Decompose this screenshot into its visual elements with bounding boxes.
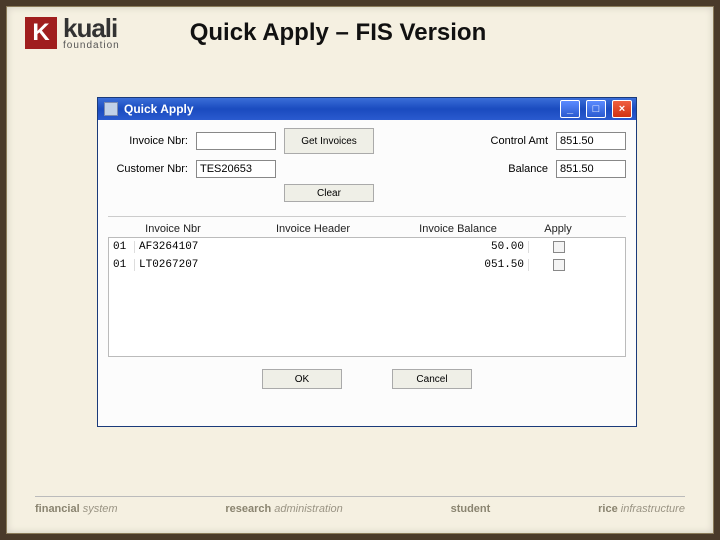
col-invoice-header: Invoice Header: [238, 223, 388, 235]
footer-item-research: research administration: [225, 503, 342, 515]
apply-checkbox[interactable]: [553, 259, 565, 271]
close-button[interactable]: ×: [612, 100, 632, 118]
row-balance: 051.50: [389, 259, 529, 271]
balance-input[interactable]: [556, 160, 626, 178]
slide-header: K kuali foundation Quick Apply – FIS Ver…: [7, 7, 713, 55]
invoice-nbr-input[interactable]: [196, 132, 276, 150]
table-row[interactable]: 01 AF3264107 50.00: [109, 238, 625, 256]
window-title: Quick Apply: [124, 102, 554, 116]
ok-button[interactable]: OK: [262, 369, 342, 389]
row-prefix: 01: [109, 241, 135, 253]
grid-body[interactable]: 01 AF3264107 50.00 01 LT0267207 051.50: [108, 237, 626, 357]
slide: K kuali foundation Quick Apply – FIS Ver…: [6, 6, 714, 534]
window-body: Invoice Nbr: Get Invoices Control Amt Cu…: [98, 120, 636, 426]
row-invoice-nbr: AF3264107: [135, 241, 239, 253]
get-invoices-button[interactable]: Get Invoices: [284, 128, 374, 154]
brand-sub: foundation: [63, 41, 120, 51]
brand-logo: K kuali foundation: [25, 15, 120, 51]
table-row[interactable]: 01 LT0267207 051.50: [109, 256, 625, 274]
minimize-button[interactable]: _: [560, 100, 580, 118]
slide-footer: financial system research administration…: [35, 496, 685, 515]
brand-mark-icon: K: [25, 17, 57, 49]
invoice-nbr-label: Invoice Nbr:: [108, 135, 188, 147]
maximize-button[interactable]: □: [586, 100, 606, 118]
app-icon: [104, 102, 118, 116]
footer-item-rice: rice infrastructure: [598, 503, 685, 515]
row-invoice-nbr: LT0267207: [135, 259, 239, 271]
slide-title: Quick Apply – FIS Version: [190, 19, 487, 47]
col-apply: Apply: [528, 223, 588, 235]
control-amt-input[interactable]: [556, 132, 626, 150]
row-balance: 50.00: [389, 241, 529, 253]
clear-button[interactable]: Clear: [284, 184, 374, 202]
footer-item-financial: financial system: [35, 503, 118, 515]
balance-label: Balance: [468, 163, 548, 175]
titlebar[interactable]: Quick Apply _ □ ×: [98, 98, 636, 120]
brand-name: kuali: [63, 15, 120, 41]
invoice-grid: Invoice Nbr Invoice Header Invoice Balan…: [108, 216, 626, 357]
row-prefix: 01: [109, 259, 135, 271]
customer-nbr-label: Customer Nbr:: [108, 163, 188, 175]
dialog-buttons: OK Cancel: [108, 369, 626, 389]
col-invoice-nbr: Invoice Nbr: [108, 223, 238, 235]
customer-nbr-input[interactable]: [196, 160, 276, 178]
apply-checkbox[interactable]: [553, 241, 565, 253]
grid-header: Invoice Nbr Invoice Header Invoice Balan…: [108, 221, 626, 237]
col-invoice-balance: Invoice Balance: [388, 223, 528, 235]
cancel-button[interactable]: Cancel: [392, 369, 472, 389]
footer-item-student: student: [451, 503, 491, 515]
quick-apply-window: Quick Apply _ □ × Invoice Nbr: Get Invoi…: [97, 97, 637, 427]
form-top: Invoice Nbr: Get Invoices Control Amt Cu…: [108, 128, 626, 202]
control-amt-label: Control Amt: [468, 135, 548, 147]
